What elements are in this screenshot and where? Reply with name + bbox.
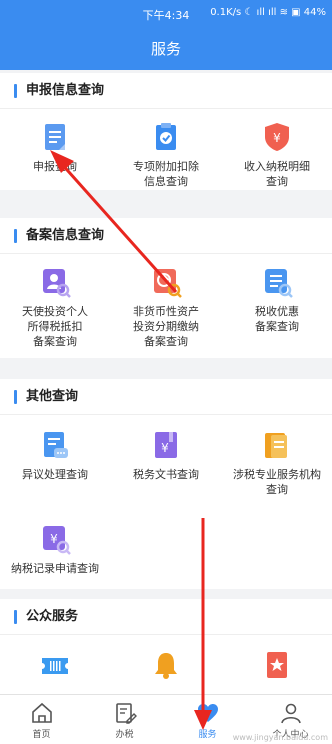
page-title: 服务 bbox=[0, 28, 332, 70]
item-label: 涉税专业服务机构 查询 bbox=[233, 468, 321, 496]
tab-label: 办税 bbox=[115, 730, 134, 740]
heart-icon bbox=[197, 704, 218, 722]
public-service-item[interactable] bbox=[222, 649, 332, 681]
watermark: www.jingyan.baidu.com bbox=[232, 733, 328, 742]
tax-service-agency-query-item[interactable]: 涉税专业服务机构 查询 bbox=[222, 429, 332, 497]
item-label: 专项附加扣除 信息查询 bbox=[133, 160, 199, 188]
section-public-service: 公众服务 bbox=[0, 599, 332, 694]
tab-label: 首页 bbox=[32, 730, 51, 740]
edit-icon bbox=[115, 703, 137, 724]
section-title: 申报信息查询 bbox=[0, 73, 332, 109]
tab-home[interactable]: 首页 bbox=[0, 695, 83, 744]
item-label: 异议处理查询 bbox=[22, 468, 88, 481]
svg-text:¥: ¥ bbox=[161, 441, 169, 455]
person-search-icon bbox=[43, 269, 71, 298]
list-search-icon bbox=[265, 269, 293, 298]
section-title: 其他查询 bbox=[0, 379, 332, 415]
tax-record-apply-query-item[interactable]: ¥ 纳税记录申请查询 bbox=[0, 523, 110, 576]
section-filing-query: 备案信息查询 天使投资个人 所得税抵扣 备案查询 非货币性资产 投资分期缴纳 备… bbox=[0, 218, 332, 358]
svg-text:¥: ¥ bbox=[273, 131, 281, 145]
angel-investment-query-item[interactable]: 天使投资个人 所得税抵扣 备案查询 bbox=[0, 266, 110, 349]
item-label: 税务文书查询 bbox=[133, 468, 199, 481]
objection-query-item[interactable]: 异议处理查询 bbox=[0, 429, 110, 482]
chat-doc-icon bbox=[44, 432, 68, 458]
yuan-shield-icon: ¥ bbox=[265, 123, 289, 151]
item-label: 天使投资个人 所得税抵扣 备案查询 bbox=[22, 305, 88, 348]
declaration-query-item[interactable]: 申报查询 bbox=[0, 121, 110, 174]
public-service-item[interactable] bbox=[0, 649, 110, 681]
home-icon bbox=[31, 702, 52, 723]
status-bar: 下午4:34 0.1K/s ☾ ıll ıll ≋ ▣ 44% bbox=[0, 0, 332, 28]
tax-document-query-item[interactable]: ¥ 税务文书查询 bbox=[111, 429, 221, 482]
income-tax-detail-query-item[interactable]: ¥ 收入纳税明细 查询 bbox=[222, 121, 332, 189]
star-doc-icon bbox=[267, 652, 287, 678]
non-monetary-asset-query-item[interactable]: 非货币性资产 投资分期缴纳 备案查询 bbox=[111, 266, 221, 349]
check-clipboard-icon bbox=[156, 123, 176, 150]
special-deduction-query-item[interactable]: 专项附加扣除 信息查询 bbox=[111, 121, 221, 189]
section-other-query: 其他查询 异议处理查询 ¥ 税务文书查询 涉税专业服务机构 查询 ¥ 纳税记录申… bbox=[0, 379, 332, 589]
status-indicators: 0.1K/s ☾ ıll ıll ≋ ▣ 44% bbox=[210, 7, 326, 18]
document-icon bbox=[45, 124, 65, 150]
item-label: 申报查询 bbox=[33, 160, 77, 173]
item-label: 非货币性资产 投资分期缴纳 备案查询 bbox=[133, 305, 199, 348]
ticket-icon bbox=[42, 658, 68, 674]
user-icon bbox=[280, 703, 301, 724]
yuan-search-icon: ¥ bbox=[43, 526, 71, 555]
bell-icon bbox=[155, 653, 177, 679]
public-service-item[interactable] bbox=[111, 649, 221, 681]
folder-search-icon bbox=[265, 433, 287, 458]
section-title: 备案信息查询 bbox=[0, 218, 332, 254]
item-label: 税收优惠 备案查询 bbox=[255, 305, 299, 333]
tab-tax[interactable]: 办税 bbox=[83, 695, 166, 744]
item-label: 收入纳税明细 查询 bbox=[244, 160, 310, 188]
section-declaration-query: 申报信息查询 申报查询 专项附加扣除 信息查询 ¥ 收入纳税明细 查询 bbox=[0, 73, 332, 190]
yuan-doc-icon: ¥ bbox=[155, 432, 177, 458]
item-label: 纳税记录申请查询 bbox=[11, 562, 99, 575]
section-title: 公众服务 bbox=[0, 599, 332, 635]
svg-text:¥: ¥ bbox=[50, 532, 58, 546]
tax-preference-query-item[interactable]: 税收优惠 备案查询 bbox=[222, 266, 332, 334]
chart-search-icon bbox=[154, 269, 182, 298]
